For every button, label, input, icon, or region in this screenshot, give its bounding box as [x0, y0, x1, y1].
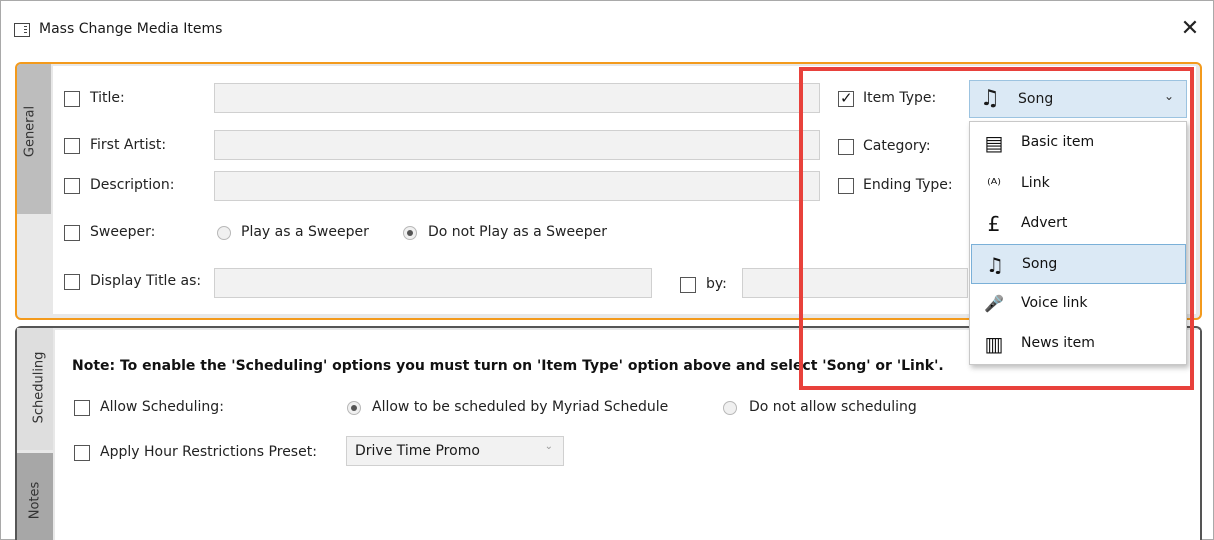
title-checkbox[interactable] [64, 91, 80, 107]
sweeper-checkbox[interactable] [64, 225, 80, 241]
hour-restrictions-checkbox[interactable] [74, 445, 90, 461]
display-title-checkbox[interactable] [64, 274, 80, 290]
allow-schedule-no-label: Do not allow scheduling [749, 399, 917, 415]
annotation-highlight-box [799, 67, 1194, 390]
chevron-down-icon: ⌄ [544, 441, 553, 452]
description-checkbox[interactable] [64, 178, 80, 194]
tab-general[interactable]: General [17, 64, 51, 214]
description-label: Description: [90, 177, 175, 193]
tab-scheduling-label: Scheduling [31, 351, 47, 424]
hour-restrictions-value: Drive Time Promo [355, 443, 480, 459]
title-label: Title: [90, 90, 125, 106]
display-title-label: Display Title as: [90, 273, 202, 289]
tab-notes[interactable]: Notes [17, 453, 53, 540]
allow-scheduling-label: Allow Scheduling: [100, 399, 224, 415]
title-bar: Mass Change Media Items ✕ [1, 1, 1213, 57]
window-icon [14, 23, 30, 37]
display-title-field[interactable] [214, 268, 652, 298]
allow-schedule-yes-radio[interactable] [347, 401, 361, 415]
sweeper-play-label: Play as a Sweeper [241, 224, 369, 240]
allow-scheduling-checkbox[interactable] [74, 400, 90, 416]
first-artist-checkbox[interactable] [64, 138, 80, 154]
allow-schedule-yes-label: Allow to be scheduled by Myriad Schedule [372, 399, 669, 415]
sweeper-no-radio[interactable] [403, 226, 417, 240]
by-label: by: [706, 276, 727, 292]
first-artist-label: First Artist: [90, 137, 167, 153]
sweeper-no-label: Do not Play as a Sweeper [428, 224, 607, 240]
first-artist-field[interactable] [214, 130, 820, 160]
allow-schedule-no-radio[interactable] [723, 401, 737, 415]
close-icon[interactable]: ✕ [1176, 15, 1204, 43]
tab-general-label: General [22, 105, 38, 158]
window-title: Mass Change Media Items [39, 21, 223, 37]
sweeper-play-radio[interactable] [217, 226, 231, 240]
title-field[interactable] [214, 83, 820, 113]
hour-restrictions-label: Apply Hour Restrictions Preset: [100, 444, 317, 460]
dialog-window: Mass Change Media Items ✕ General Title:… [0, 0, 1214, 540]
description-field[interactable] [214, 171, 820, 201]
hour-restrictions-select[interactable]: Drive Time Promo ⌄ [346, 436, 564, 466]
tab-notes-label: Notes [27, 481, 43, 520]
by-checkbox[interactable] [680, 277, 696, 293]
tab-scheduling[interactable]: Scheduling [17, 328, 53, 450]
sweeper-label: Sweeper: [90, 224, 156, 240]
